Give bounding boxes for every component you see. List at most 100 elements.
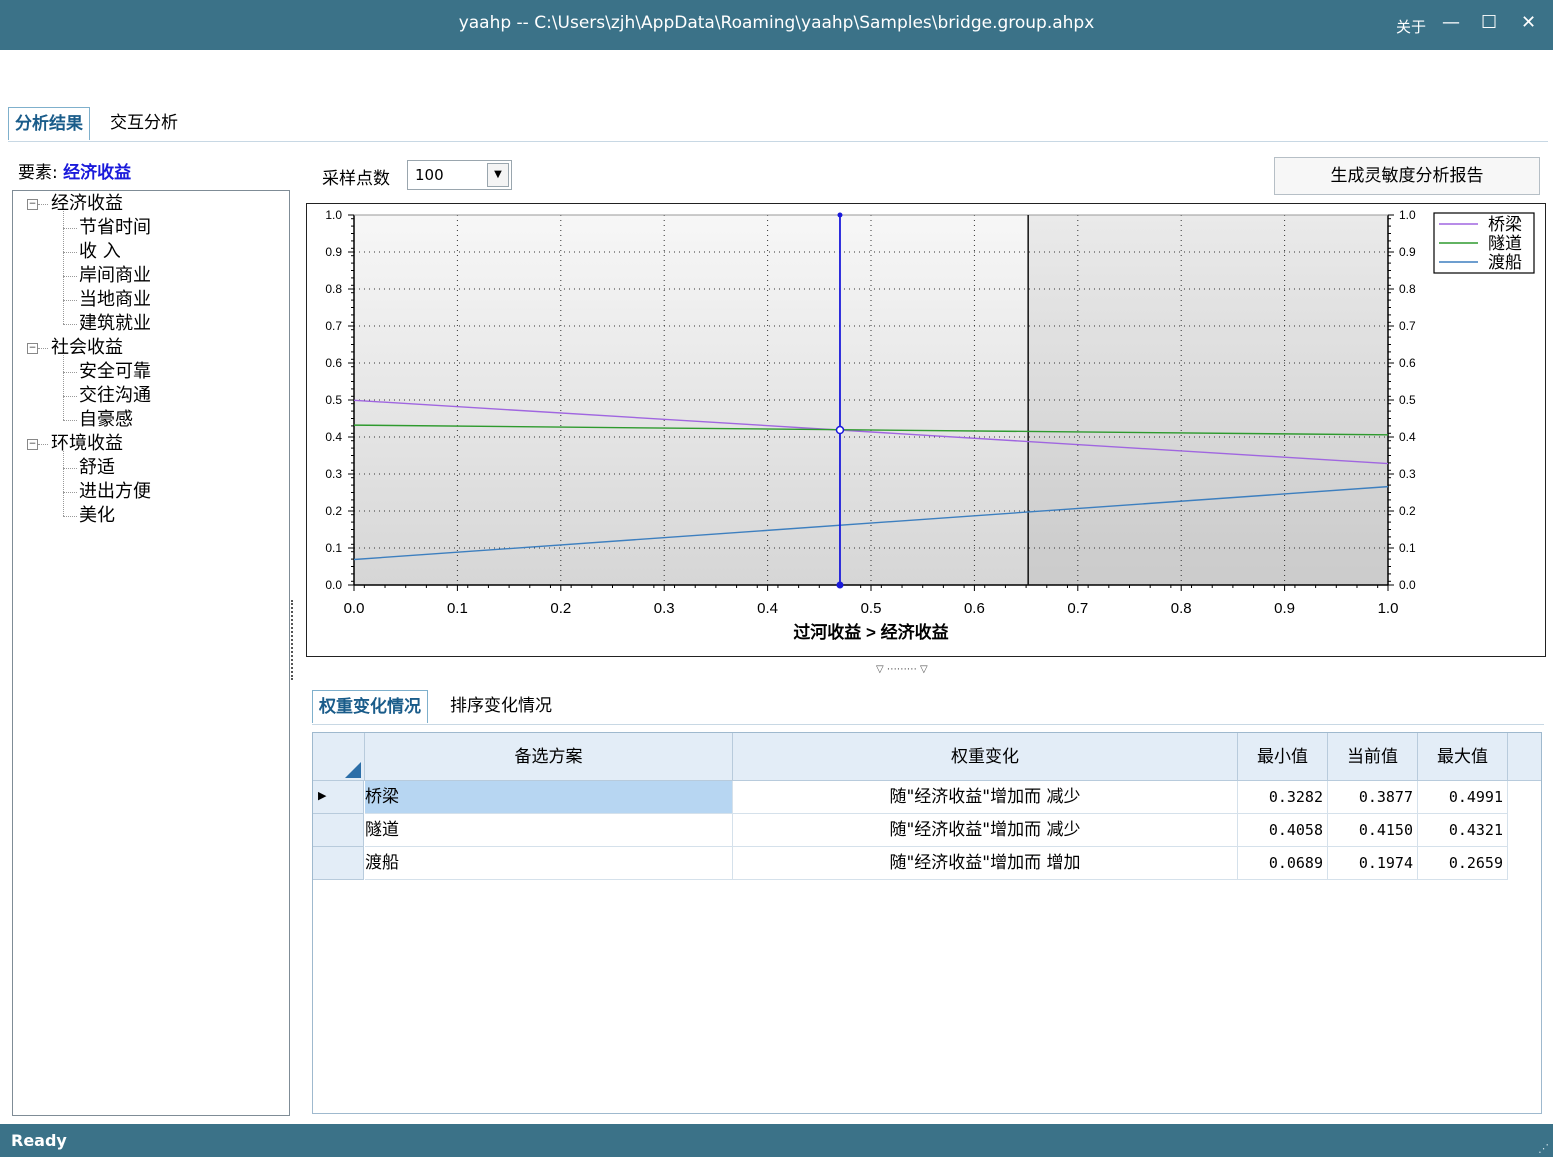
splitter-arrow-icon[interactable]: ▽ ⋯⋯⋯ ▽ [876,664,928,675]
current-weight-top-marker[interactable] [837,212,843,218]
cell-max[interactable]: 0.4321 [1418,814,1508,847]
element-label-text: 要素: [18,163,58,183]
tree-node-subcriterion[interactable]: 岸间商业 [79,265,151,287]
y-tick-label-right: 0.6 [1399,356,1416,370]
tree-node-subcriterion[interactable]: 当地商业 [79,289,151,311]
tree-node-subcriterion[interactable]: 收 入 [79,241,121,263]
tree-connector [63,516,77,517]
tree-node-subcriterion[interactable]: 进出方便 [79,481,151,503]
header-weight-change[interactable]: 权重变化 [733,733,1238,781]
tab-interactive-analysis[interactable]: 交互分析 [104,107,184,139]
status-bar: Ready ⋰ [0,1124,1553,1157]
tree-connector [63,468,77,469]
row-header[interactable]: ▶ [313,781,364,814]
sample-count-select[interactable]: 100 ▼ [407,160,512,190]
y-tick-label-right: 0.3 [1399,467,1416,481]
legend-label: 渡船 [1488,253,1522,272]
hierarchy-tree[interactable]: − 经济收益 节省时间收 入岸间商业 当地商业 建筑就业 − 社会收益 安全可靠 交往沟通 自豪感… [12,190,290,1116]
cell-current[interactable]: 0.1974 [1328,847,1418,880]
x-tick-label: 0.3 [654,600,675,617]
tab-analysis-results[interactable]: 分析结果 [8,107,90,140]
tree-node-subcriterion[interactable]: 自豪感 [79,409,133,431]
cell-weight-change[interactable]: 随"经济收益"增加而 减少 [733,814,1238,847]
close-icon[interactable]: ✕ [1521,12,1536,33]
tab-rank-change[interactable]: 排序变化情况 [444,690,558,722]
y-tick-label-left: 0.2 [325,504,342,518]
cell-current[interactable]: 0.4150 [1328,814,1418,847]
select-all-icon[interactable] [345,762,361,778]
tab-divider [8,141,1548,142]
tree-node-subcriterion[interactable]: 交往沟通 [79,385,151,407]
cell-weight-change[interactable]: 随"经济收益"增加而 减少 [733,781,1238,814]
row-header[interactable] [313,814,364,847]
weight-change-table[interactable]: 备选方案 权重变化 最小值 当前值 最大值 ▶ 桥梁 随"经济收益"增加而 减少… [312,732,1542,1114]
y-tick-label-right: 0.8 [1399,282,1416,296]
tree-connector [38,444,48,445]
y-tick-label-left: 0.6 [325,356,342,370]
resize-grip-icon[interactable]: ⋰ [1538,1142,1549,1155]
cell-alternative[interactable]: 桥梁 [365,781,733,814]
tree-node-criterion[interactable]: 环境收益 [51,433,123,455]
y-tick-label-left: 1.0 [325,208,342,222]
cell-min[interactable]: 0.4058 [1238,814,1328,847]
chevron-down-icon[interactable]: ▼ [487,163,509,187]
tree-connector [63,451,64,516]
cell-alternative[interactable]: 渡船 [365,847,733,880]
x-tick-label: 0.5 [861,600,882,617]
tree-connector [63,324,77,325]
cell-min[interactable]: 0.0689 [1238,847,1328,880]
y-tick-label-left: 0.7 [325,319,342,333]
tree-connector [63,355,64,420]
tree-connector [63,252,77,253]
cell-weight-change[interactable]: 随"经济收益"增加而 增加 [733,847,1238,880]
legend-label: 桥梁 [1488,215,1522,234]
grid-corner[interactable] [313,733,365,781]
tree-node-subcriterion[interactable]: 建筑就业 [79,313,151,335]
y-tick-label-left: 0.9 [325,245,342,259]
sensitivity-chart-frame: 0.0 0.1 0.2 0.3 0.4 0.5 0.6 0.7 0.8 0.9 1.0 0.0 0.0 0… [306,203,1546,657]
maximize-icon[interactable]: ☐ [1481,12,1497,33]
y-tick-label-left: 0.5 [325,393,342,407]
y-tick-label-left: 0.8 [325,282,342,296]
tree-node-criterion[interactable]: 社会收益 [51,337,123,359]
legend-label: 隧道 [1488,234,1522,253]
header-current[interactable]: 当前值 [1328,733,1418,781]
header-max[interactable]: 最大值 [1418,733,1508,781]
tree-connector [63,372,77,373]
cell-min[interactable]: 0.3282 [1238,781,1328,814]
about-button[interactable]: 关于 [1396,16,1426,37]
tree-node-subcriterion[interactable]: 舒适 [79,457,115,479]
tree-node-subcriterion[interactable]: 安全可靠 [79,361,151,383]
tree-connector [63,396,77,397]
tree-connector [63,492,77,493]
y-tick-label-right: 0.9 [1399,245,1416,259]
minimize-icon[interactable]: — [1442,12,1460,33]
tree-collapse-icon[interactable]: − [27,439,38,450]
y-tick-label-left: 0.4 [325,430,342,444]
tab-weight-change[interactable]: 权重变化情况 [312,690,428,723]
header-alternative[interactable]: 备选方案 [365,733,733,781]
cell-current[interactable]: 0.3877 [1328,781,1418,814]
cell-max[interactable]: 0.4991 [1418,781,1508,814]
generate-report-button[interactable]: 生成灵敏度分析报告 [1274,157,1540,195]
tree-connector [63,300,77,301]
cell-alternative[interactable]: 隧道 [365,814,733,847]
tree-node-subcriterion[interactable]: 美化 [79,505,115,527]
vertical-splitter[interactable] [291,600,296,680]
tree-collapse-icon[interactable]: − [27,199,38,210]
header-min[interactable]: 最小值 [1238,733,1328,781]
y-tick-label-left: 0.1 [325,541,342,555]
tree-node-criterion[interactable]: 经济收益 [51,193,123,215]
cell-max[interactable]: 0.2659 [1418,847,1508,880]
y-tick-label-right: 0.4 [1399,430,1416,444]
tree-collapse-icon[interactable]: − [27,343,38,354]
tree-connector [63,420,77,421]
intersection-marker[interactable] [835,425,845,435]
sensitivity-chart[interactable]: 0.0 0.1 0.2 0.3 0.4 0.5 0.6 0.7 0.8 0.9 1.00.0 0.00… [307,204,1545,656]
row-header[interactable] [313,847,364,880]
element-value: 经济收益 [63,163,132,183]
x-tick-label: 0.2 [550,600,571,617]
current-weight-bottom-marker[interactable] [836,581,844,589]
tree-node-subcriterion[interactable]: 节省时间 [79,217,151,239]
header-filler [1508,733,1541,781]
